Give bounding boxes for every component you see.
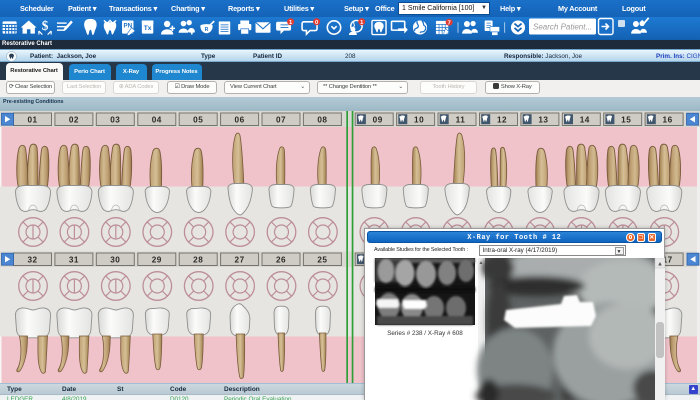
svg-text:30: 30 [110, 255, 120, 264]
svg-text:Tx: Tx [144, 25, 152, 32]
svg-text:09: 09 [373, 115, 383, 124]
svg-text:12: 12 [497, 115, 507, 124]
svg-text:25: 25 [317, 255, 327, 264]
svg-text:10: 10 [414, 115, 424, 124]
svg-text:31: 31 [69, 255, 79, 264]
svg-text:R: R [205, 27, 209, 33]
svg-text:26: 26 [276, 255, 286, 264]
svg-text:13: 13 [538, 115, 548, 124]
svg-text:05: 05 [193, 115, 203, 124]
svg-text:32: 32 [27, 255, 37, 264]
svg-text:28: 28 [193, 255, 203, 264]
svg-text:07: 07 [276, 115, 286, 124]
svg-text:02: 02 [69, 115, 79, 124]
svg-text:14: 14 [580, 115, 590, 124]
svg-text:$: $ [42, 18, 49, 33]
svg-text:03: 03 [110, 115, 120, 124]
svg-text:01: 01 [27, 115, 37, 124]
svg-text:0: 0 [315, 20, 318, 26]
svg-text:Search Patient...: Search Patient... [533, 23, 592, 32]
svg-text:29: 29 [152, 255, 162, 264]
svg-text:16: 16 [663, 115, 673, 124]
svg-text:11: 11 [456, 115, 466, 124]
svg-text:06: 06 [235, 115, 245, 124]
svg-text:27: 27 [235, 255, 245, 264]
svg-text:Series # 238 / X-Ray # 608: Series # 238 / X-Ray # 608 [387, 330, 463, 337]
svg-text:08: 08 [317, 115, 327, 124]
svg-text:15: 15 [621, 115, 631, 124]
svg-text:▲: ▲ [657, 262, 663, 268]
svg-text:04: 04 [152, 115, 162, 124]
svg-text:7: 7 [448, 20, 451, 26]
